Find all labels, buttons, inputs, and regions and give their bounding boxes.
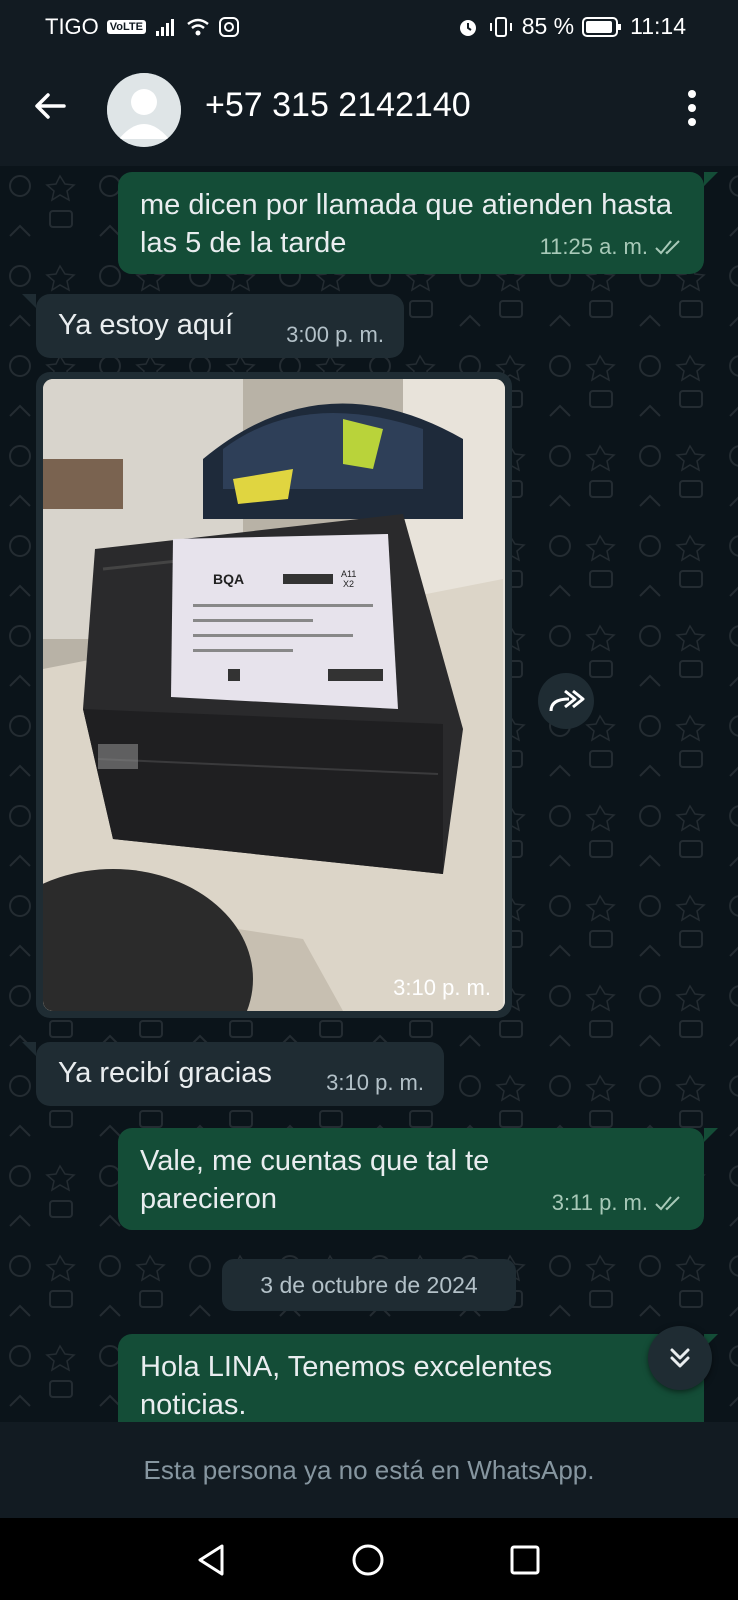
chat-area[interactable]: me dicen por llamada que atienden hasta … xyxy=(0,166,738,1422)
bubble-tail xyxy=(22,1042,36,1056)
package-illustration: BQA A11 X2 xyxy=(43,379,505,1011)
outgoing-message[interactable]: me dicen por llamada que atienden hasta … xyxy=(118,172,704,274)
unavailable-notice: Esta persona ya no está en WhatsApp. xyxy=(0,1422,738,1518)
double-check-icon xyxy=(655,240,680,255)
more-options-icon[interactable] xyxy=(686,88,698,128)
label-zone: A11 xyxy=(341,569,356,579)
message-time: 3:00 p. m. xyxy=(286,322,384,347)
double-chevron-down-icon xyxy=(670,1348,690,1368)
message-text: Ya estoy aquí xyxy=(58,309,234,341)
wifi-icon xyxy=(187,18,209,36)
instagram-icon xyxy=(218,17,239,37)
clock: 11:14 xyxy=(630,13,686,39)
label-code: BQA xyxy=(213,571,244,587)
outgoing-message[interactable]: Hola LINA, Tenemos excelentes noticias. … xyxy=(118,1334,704,1422)
battery-icon xyxy=(582,16,622,37)
nav-home-icon[interactable] xyxy=(350,1542,386,1578)
message-time: 3:10 p. m. xyxy=(326,1070,424,1095)
message-time: 3:11 p. m. xyxy=(551,1190,648,1215)
label-sub: X2 xyxy=(343,579,354,589)
forward-button[interactable] xyxy=(538,673,594,729)
date-separator: 3 de octubre de 2024 xyxy=(222,1259,516,1311)
package-photo[interactable]: BQA A11 X2 3:10 p. m. xyxy=(43,379,505,1011)
message-time: 3:35 p. m. xyxy=(550,1412,648,1422)
message-meta: 3:35 p. m. xyxy=(550,1412,684,1422)
signal-icon xyxy=(155,19,174,36)
incoming-message[interactable]: Ya recibí gracias 3:10 p. m. xyxy=(36,1042,444,1106)
chat-header: +57 315 2142140 xyxy=(0,54,738,166)
message-meta: 3:11 p. m. xyxy=(552,1184,684,1222)
message-text: Vale, me cuentas que tal te parecieron xyxy=(140,1145,490,1215)
forward-icon xyxy=(549,689,585,712)
incoming-image-message[interactable]: BQA A11 X2 3:10 p. m. xyxy=(36,372,512,1018)
scroll-to-bottom-button[interactable] xyxy=(648,1326,712,1390)
incoming-message[interactable]: Ya estoy aquí 3:00 p. m. xyxy=(36,294,404,358)
nav-recents-icon[interactable] xyxy=(508,1543,542,1577)
outgoing-message[interactable]: Vale, me cuentas que tal te parecieron 3… xyxy=(118,1128,704,1230)
nav-back-icon[interactable] xyxy=(194,1542,228,1578)
vibrate-icon xyxy=(489,16,512,37)
default-avatar-icon xyxy=(107,73,181,147)
message-time: 11:25 a. m. xyxy=(539,234,648,259)
image-time: 3:10 p. m. xyxy=(393,975,491,1000)
bubble-tail xyxy=(704,172,718,186)
battery-percent: 85 % xyxy=(521,13,575,39)
message-meta: 11:25 a. m. xyxy=(540,228,684,266)
volte-badge: VoLTE xyxy=(106,20,146,34)
message-text: Hola LINA, Tenemos excelentes noticias. xyxy=(140,1351,553,1421)
contact-name[interactable]: +57 315 2142140 xyxy=(205,86,471,125)
carrier-label: TIGO xyxy=(45,14,99,39)
unavailable-text: Esta persona ya no está en WhatsApp. xyxy=(143,1454,595,1485)
back-arrow-icon[interactable] xyxy=(30,86,70,126)
message-text: Ya recibí gracias xyxy=(58,1057,272,1089)
system-nav-bar xyxy=(0,1518,738,1600)
bubble-tail xyxy=(704,1128,718,1142)
double-check-icon xyxy=(655,1196,680,1211)
avatar[interactable] xyxy=(107,73,181,147)
bubble-tail xyxy=(22,294,36,308)
status-bar: TIGO VoLTE 85 % 11:14 xyxy=(0,0,738,54)
alarm-icon xyxy=(459,19,476,36)
